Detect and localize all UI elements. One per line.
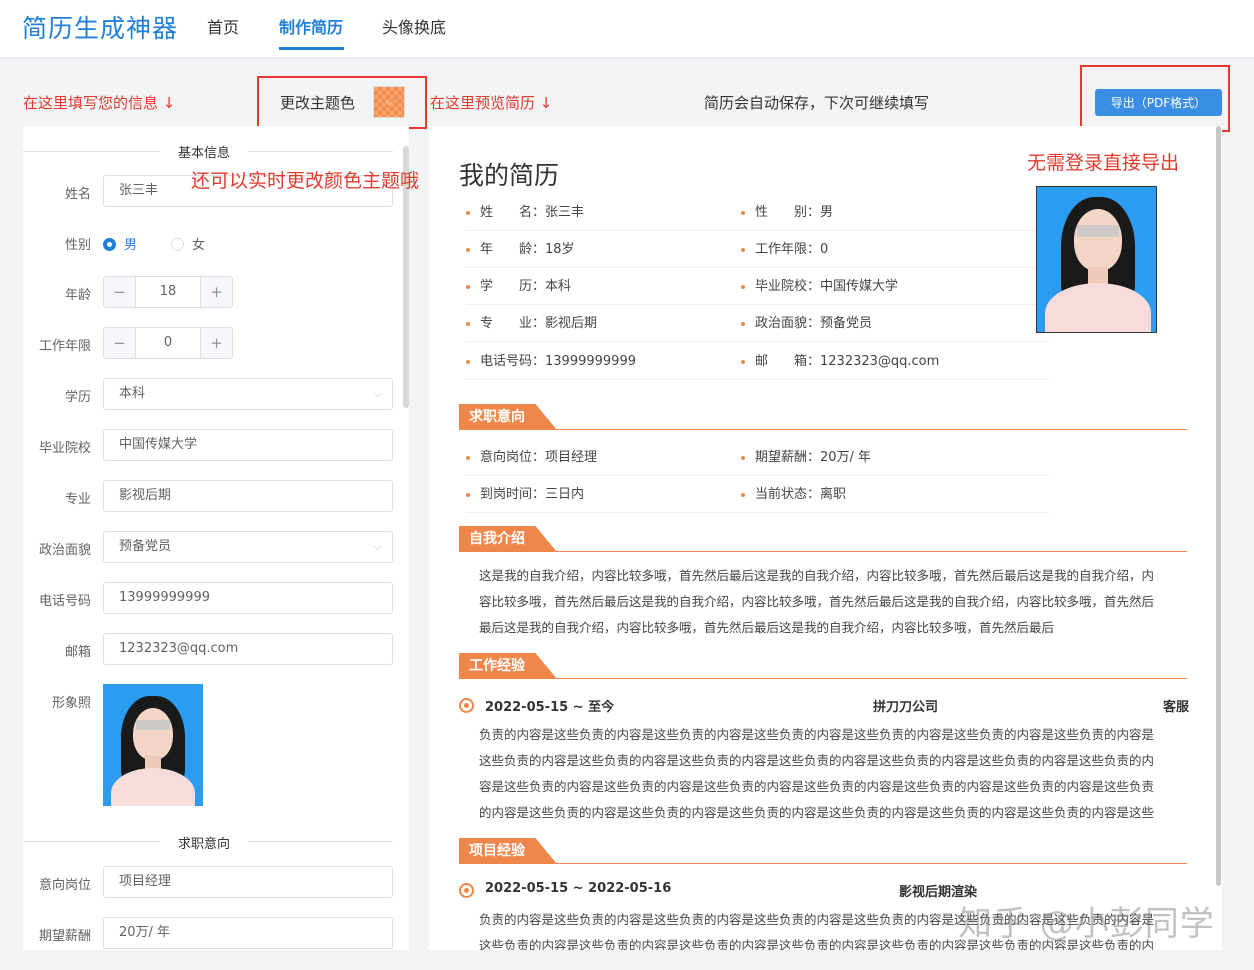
major-input[interactable]: 影视后期 <box>103 480 393 512</box>
phone-label: 电话号码 <box>38 594 91 609</box>
workyears-stepper[interactable]: − 0 + <box>103 327 233 359</box>
self-intro-text: 这是我的自我介绍，内容比较多哦，首先然后最后这是我的自我介绍，内容比较多哦，首先… <box>479 568 1155 635</box>
gender-female-radio[interactable]: 女 <box>171 234 205 253</box>
work-role: 客服 <box>1162 700 1189 715</box>
minus-icon[interactable]: − <box>104 277 136 307</box>
phone-input[interactable]: 13999999999 <box>103 582 393 614</box>
theme-color-picker[interactable]: ⌵ <box>373 86 405 118</box>
name-label: 姓名 <box>64 187 91 202</box>
workyears-value[interactable]: 0 <box>136 328 200 358</box>
chevron-down-icon: ⌵ <box>385 95 394 108</box>
school-input[interactable]: 中国传媒大学 <box>103 429 393 461</box>
timeline-dot-icon <box>459 698 474 713</box>
edu-label: 学历 <box>64 390 91 405</box>
work-exp-item: 2022-05-15 ~ 至今 拼刀刀公司 客服 <box>459 696 1189 716</box>
job-item: 当前状态：离职 <box>741 476 1049 513</box>
hint-export: 无需登录直接导出 <box>1027 152 1180 174</box>
hint-fill-info: 在这里填写您的信息 ↓ <box>23 94 176 112</box>
salary-input[interactable]: 20万/ 年 <box>103 917 393 949</box>
info-item: 学 历：本科 <box>466 268 741 305</box>
section-job-intent: 求职意向 <box>459 404 1187 430</box>
plus-icon[interactable]: + <box>200 328 232 358</box>
section-project-exp: 项目经验 <box>459 838 1187 864</box>
politics-select[interactable]: 预备党员 ⌵ <box>103 531 393 563</box>
job-item: 到岗时间：三日内 <box>466 476 741 513</box>
politics-label: 政治面貌 <box>38 543 91 558</box>
hint-preview: 在这里预览简历 ↓ <box>430 94 553 112</box>
section-work-exp: 工作经验 <box>459 653 1187 679</box>
theme-color-label: 更改主题色 <box>280 94 356 112</box>
info-item: 年 龄：18岁 <box>466 231 741 268</box>
email-label: 邮箱 <box>64 645 91 660</box>
age-value[interactable]: 18 <box>136 277 200 307</box>
section-basic-info: 基本信息 <box>160 142 249 161</box>
work-company: 拼刀刀公司 <box>873 700 939 715</box>
info-item: 邮 箱：1232323@qq.com <box>741 343 1049 380</box>
chevron-down-icon: ⌵ <box>373 387 382 400</box>
timeline-dot-icon <box>459 883 474 898</box>
info-item: 专 业：影视后期 <box>466 305 741 342</box>
age-label: 年龄 <box>64 288 91 303</box>
form-panel: 基本信息 姓名 张三丰 性别 男 女 年龄 − 18 + 工作年限 − 0 + … <box>23 126 409 950</box>
gender-male-radio[interactable]: 男 <box>103 234 137 253</box>
major-label: 专业 <box>64 492 91 507</box>
gender-label: 性别 <box>64 238 91 253</box>
info-item: 工作年限：0 <box>741 231 1049 268</box>
salary-label: 期望薪酬 <box>38 929 91 944</box>
info-item: 电话号码：13999999999 <box>466 343 741 380</box>
autosave-notice: 简历会自动保存，下次可继续填写 <box>704 94 930 112</box>
top-nav: 简历生成神器 首页 制作简历 头像换底 <box>0 0 1254 58</box>
info-item: 毕业院校：中国传媒大学 <box>741 268 1049 305</box>
project-date: 2022-05-15 ~ 2022-05-16 <box>485 881 672 896</box>
hint-live-theme: 还可以实时更改颜色主题哦 <box>191 170 420 192</box>
export-pdf-button[interactable]: 导出（PDF格式） <box>1095 89 1222 116</box>
resume-title: 我的简历 <box>459 161 560 190</box>
work-desc: 负责的内容是这些负责的内容是这些负责的内容是这些负责的内容是这些负责的内容是这些… <box>479 727 1155 820</box>
job-item: 意向岗位：项目经理 <box>466 439 741 476</box>
section-job-intent: 求职意向 <box>160 833 249 852</box>
nav-home[interactable]: 首页 <box>207 14 239 38</box>
nav-active-indicator <box>279 47 344 50</box>
workyears-label: 工作年限 <box>38 339 91 354</box>
app-logo[interactable]: 简历生成神器 <box>22 9 178 45</box>
school-label: 毕业院校 <box>38 441 91 456</box>
watermark: 知乎 @小彭同学 <box>958 904 1215 944</box>
photo-upload[interactable] <box>103 684 203 806</box>
age-stepper[interactable]: − 18 + <box>103 276 233 308</box>
resume-preview: 我的简历 姓 名：张三丰 性 别：男 年 龄：18岁 工作年限：0 学 历：本科… <box>429 126 1222 950</box>
plus-icon[interactable]: + <box>200 277 232 307</box>
position-label: 意向岗位 <box>38 878 91 893</box>
chevron-down-icon: ⌵ <box>373 540 382 553</box>
nav-make-resume[interactable]: 制作简历 <box>279 14 343 38</box>
position-input[interactable]: 项目经理 <box>103 866 393 898</box>
minus-icon[interactable]: − <box>104 328 136 358</box>
email-input[interactable]: 1232323@qq.com <box>103 633 393 665</box>
info-item: 政治面貌：预备党员 <box>741 305 1049 342</box>
work-date: 2022-05-15 ~ 至今 <box>485 700 615 715</box>
edu-select[interactable]: 本科 ⌵ <box>103 378 393 410</box>
resume-photo <box>1036 186 1157 333</box>
info-item: 姓 名：张三丰 <box>466 194 741 231</box>
section-self-intro: 自我介绍 <box>459 526 1187 552</box>
preview-scrollbar[interactable] <box>1216 126 1221 886</box>
job-item: 期望薪酬：20万/ 年 <box>741 439 1049 476</box>
photo-label: 形象照 <box>51 696 91 711</box>
nav-avatar-bg[interactable]: 头像换底 <box>382 14 446 38</box>
info-item: 性 别：男 <box>741 194 1049 231</box>
